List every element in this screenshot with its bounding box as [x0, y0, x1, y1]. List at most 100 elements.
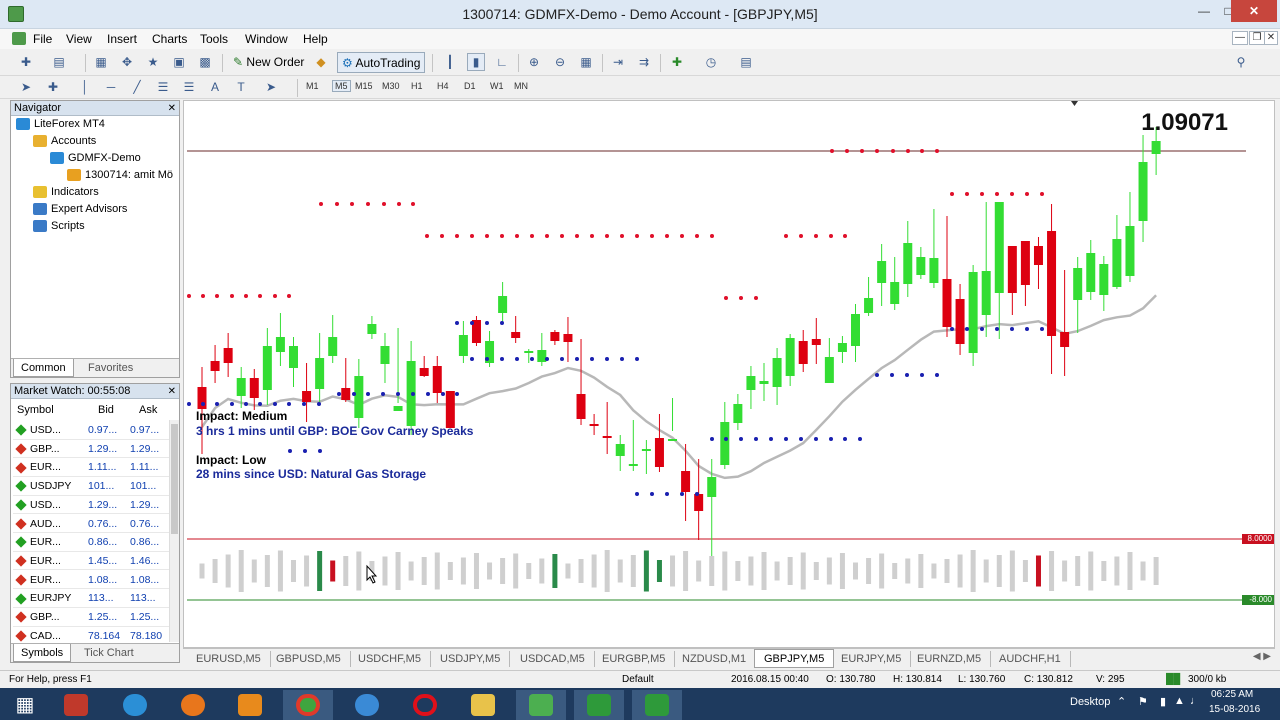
trendline-icon[interactable]: ╱	[128, 78, 146, 96]
new-order-button[interactable]: ✎ New Order	[229, 53, 308, 72]
volume-icon[interactable]: ♩	[1190, 695, 1201, 707]
market-watch-close-icon[interactable]: ✕	[168, 384, 176, 399]
tf-w1[interactable]: W1	[490, 81, 504, 91]
nav-item[interactable]: 1300714: amit Mö	[67, 169, 173, 182]
vertical-line-icon[interactable]: │	[76, 78, 94, 96]
battery-icon[interactable]: ▮	[1160, 695, 1166, 708]
crosshair-icon[interactable]: ✚	[44, 78, 62, 96]
zoom-out-icon[interactable]: ⊖	[551, 53, 569, 71]
tf-m5[interactable]: M5	[332, 80, 351, 92]
chrome-icon[interactable]	[283, 690, 333, 720]
meta-editor-icon[interactable]: ◆	[312, 53, 330, 71]
new-chart-icon[interactable]: ✚	[17, 53, 35, 71]
mdi-minimize-icon[interactable]: —	[1232, 31, 1248, 45]
price-chart[interactable]: 1.09071 Impact: Medium 3 hrs 1 mins unti…	[183, 100, 1275, 648]
table-row[interactable]: GBP... 1.25... 1.25...	[13, 608, 171, 627]
chart-tab[interactable]: USDCHF,M5	[349, 651, 431, 667]
tf-mn[interactable]: MN	[514, 81, 528, 91]
start-button[interactable]: ▦	[0, 690, 50, 720]
nav-item[interactable]: Accounts	[33, 135, 96, 148]
templates-icon[interactable]: ▤	[737, 53, 755, 71]
menu-file[interactable]: File	[33, 32, 52, 46]
navigator-icon[interactable]: ★	[144, 53, 162, 71]
tile-windows-icon[interactable]: ▦	[577, 53, 595, 71]
table-row[interactable]: USDJPY 101... 101...	[13, 477, 171, 496]
internet-explorer-icon[interactable]	[110, 690, 160, 720]
table-row[interactable]: GBP... 1.29... 1.29...	[13, 440, 171, 459]
chart-tab[interactable]: AUDCHF,H1	[990, 651, 1071, 667]
tab-tick-chart[interactable]: Tick Chart	[77, 644, 141, 662]
menu-help[interactable]: Help	[303, 32, 328, 46]
tray-flag-icon[interactable]: ⚑	[1138, 695, 1148, 708]
clock-time[interactable]: 06:25 AM	[1211, 689, 1253, 700]
network-app-icon[interactable]	[342, 690, 392, 720]
nav-item[interactable]: GDMFX-Demo	[50, 152, 141, 165]
chart-tab[interactable]: USDJPY,M5	[431, 651, 511, 667]
market-watch-icon[interactable]: ▦	[92, 53, 110, 71]
table-row[interactable]: AUD... 0.76... 0.76...	[13, 515, 171, 534]
cursor-icon[interactable]: ➤	[17, 78, 35, 96]
file-explorer-icon[interactable]	[458, 690, 508, 720]
menu-view[interactable]: View	[66, 32, 92, 46]
tf-h4[interactable]: H4	[437, 81, 449, 91]
nav-item[interactable]: Scripts	[33, 220, 85, 233]
col-ask[interactable]: Ask	[139, 400, 157, 420]
col-bid[interactable]: Bid	[98, 400, 114, 420]
media-player-icon[interactable]	[225, 690, 275, 720]
tab-symbols[interactable]: Symbols	[13, 644, 72, 662]
table-row[interactable]: EUR... 1.45... 1.46...	[13, 552, 171, 571]
bar-chart-icon[interactable]: ┃	[441, 53, 459, 71]
camtasia-recorder-icon[interactable]	[632, 690, 682, 720]
chart-tab[interactable]: GBPJPY,M5	[754, 649, 835, 668]
search-icon[interactable]: ⚲	[1232, 53, 1250, 71]
data-window-icon[interactable]: ✥	[118, 53, 136, 71]
mdi-close-icon[interactable]: ✕	[1264, 31, 1278, 45]
chart-tab[interactable]: EURUSD,M5	[187, 651, 271, 667]
navigator-close-icon[interactable]: ✕	[168, 101, 176, 116]
table-row[interactable]: EUR... 0.86... 0.86...	[13, 533, 171, 552]
tf-d1[interactable]: D1	[464, 81, 476, 91]
chart-canvas[interactable]	[184, 101, 1275, 648]
tab-common[interactable]: Common	[13, 359, 74, 377]
table-row[interactable]: EUR... 1.08... 1.08...	[13, 571, 171, 590]
menu-tools[interactable]: Tools	[200, 32, 228, 46]
nav-item[interactable]: Indicators	[33, 186, 99, 199]
mt4-icon[interactable]	[516, 690, 566, 720]
menu-insert[interactable]: Insert	[107, 32, 137, 46]
status-profile[interactable]: Default	[622, 671, 654, 689]
chart-tab[interactable]: EURNZD,M5	[908, 651, 992, 667]
chart-tab[interactable]: GBPUSD,M5	[267, 651, 351, 667]
camtasia-icon[interactable]	[574, 690, 624, 720]
table-row[interactable]: USD... 0.97... 0.97...	[13, 421, 171, 440]
firefox-icon[interactable]	[168, 690, 218, 720]
text-label-icon[interactable]: T	[232, 78, 250, 96]
periods-icon[interactable]: ◷	[702, 53, 720, 71]
tf-m15[interactable]: M15	[355, 81, 373, 91]
chart-tab[interactable]: EURJPY,M5	[832, 651, 912, 667]
chart-shift-icon[interactable]: ⇥	[609, 53, 627, 71]
chart-tab[interactable]: NZDUSD,M1	[673, 651, 757, 667]
indicators-list-icon[interactable]: ✚	[668, 53, 686, 71]
clock-date[interactable]: 15-08-2016	[1209, 704, 1260, 715]
nav-item[interactable]: LiteForex MT4	[16, 118, 105, 131]
fibonacci-icon[interactable]: ☰	[180, 78, 198, 96]
col-symbol[interactable]: Symbol	[17, 400, 54, 420]
channel-icon[interactable]: ☰	[154, 78, 172, 96]
terminal-icon[interactable]: ▣	[170, 53, 188, 71]
tab-favorites[interactable]: Favorites	[81, 359, 140, 377]
chart-tab[interactable]: EURGBP,M5	[593, 651, 676, 667]
apps-grid-icon[interactable]	[51, 690, 101, 720]
tray-chevron-icon[interactable]: ⌃	[1117, 695, 1126, 708]
autoscroll-icon[interactable]: ⇉	[635, 53, 653, 71]
profiles-icon[interactable]: ▤	[50, 53, 68, 71]
horizontal-line-icon[interactable]: ─	[102, 78, 120, 96]
menu-window[interactable]: Window	[245, 32, 288, 46]
arrows-icon[interactable]: ➤	[262, 78, 280, 96]
table-row[interactable]: USD... 1.29... 1.29...	[13, 496, 171, 515]
table-row[interactable]: EURJPY 113... 113...	[13, 589, 171, 608]
tf-h1[interactable]: H1	[411, 81, 423, 91]
tf-m1[interactable]: M1	[306, 81, 319, 91]
candlestick-icon[interactable]: ▮	[467, 53, 485, 71]
table-row[interactable]: EUR... 1.11... 1.11...	[13, 458, 171, 477]
nav-item[interactable]: Expert Advisors	[33, 203, 127, 216]
